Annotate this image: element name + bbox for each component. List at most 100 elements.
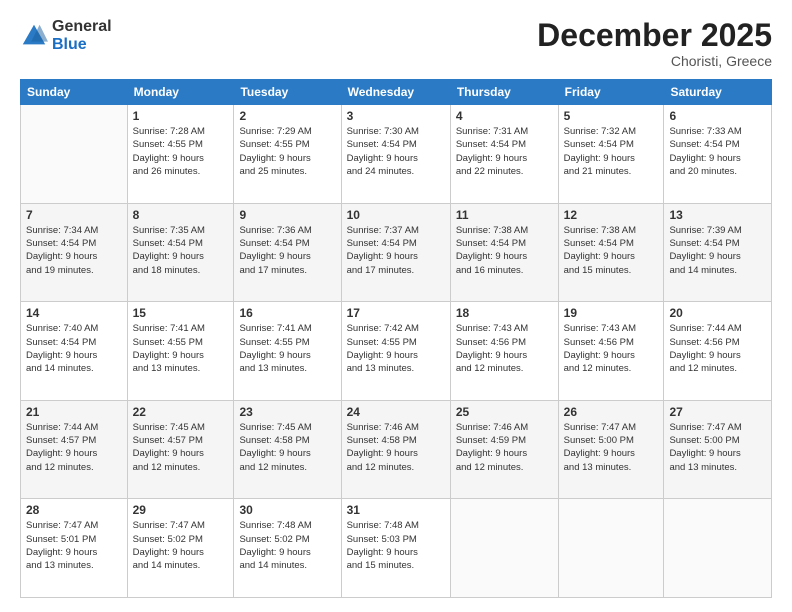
calendar-cell: 26 Sunrise: 7:47 AM Sunset: 5:00 PM Dayli…	[558, 400, 664, 499]
day-number: 15	[133, 306, 229, 320]
day-number: 20	[669, 306, 766, 320]
day-info: Sunrise: 7:47 AM Sunset: 5:00 PM Dayligh…	[564, 421, 659, 474]
day-number: 28	[26, 503, 122, 517]
day-number: 13	[669, 208, 766, 222]
calendar-cell: 12 Sunrise: 7:38 AM Sunset: 4:54 PM Dayli…	[558, 203, 664, 302]
day-info: Sunrise: 7:39 AM Sunset: 4:54 PM Dayligh…	[669, 224, 766, 277]
day-info: Sunrise: 7:28 AM Sunset: 4:55 PM Dayligh…	[133, 125, 229, 178]
day-of-week-monday: Monday	[127, 80, 234, 105]
day-number: 26	[564, 405, 659, 419]
header: General Blue December 2025 Choristi, Gre…	[20, 18, 772, 69]
calendar-cell: 13 Sunrise: 7:39 AM Sunset: 4:54 PM Dayli…	[664, 203, 772, 302]
calendar-header: SundayMondayTuesdayWednesdayThursdayFrid…	[21, 80, 772, 105]
calendar-cell: 21Sunrise: 7:44 AM Sunset: 4:57 PM Dayli…	[21, 400, 128, 499]
day-info: Sunrise: 7:34 AM Sunset: 4:54 PM Dayligh…	[26, 224, 122, 277]
calendar-cell: 24 Sunrise: 7:46 AM Sunset: 4:58 PM Dayli…	[341, 400, 450, 499]
calendar-cell	[450, 499, 558, 598]
day-number: 12	[564, 208, 659, 222]
day-info: Sunrise: 7:47 AM Sunset: 5:02 PM Dayligh…	[133, 519, 229, 572]
day-info: Sunrise: 7:44 AM Sunset: 4:57 PM Dayligh…	[26, 421, 122, 474]
calendar-cell: 23 Sunrise: 7:45 AM Sunset: 4:58 PM Dayli…	[234, 400, 341, 499]
day-number: 18	[456, 306, 553, 320]
calendar-cell: 17Sunrise: 7:42 AM Sunset: 4:55 PM Dayli…	[341, 302, 450, 401]
calendar-cell: 27 Sunrise: 7:47 AM Sunset: 5:00 PM Dayli…	[664, 400, 772, 499]
day-number: 5	[564, 109, 659, 123]
day-info: Sunrise: 7:30 AM Sunset: 4:54 PM Dayligh…	[347, 125, 445, 178]
day-number: 6	[669, 109, 766, 123]
week-row-4: 21Sunrise: 7:44 AM Sunset: 4:57 PM Dayli…	[21, 400, 772, 499]
calendar-cell: 14Sunrise: 7:40 AM Sunset: 4:54 PM Dayli…	[21, 302, 128, 401]
calendar-cell: 4 Sunrise: 7:31 AM Sunset: 4:54 PM Daylig…	[450, 105, 558, 204]
day-info: Sunrise: 7:47 AM Sunset: 5:00 PM Dayligh…	[669, 421, 766, 474]
calendar: SundayMondayTuesdayWednesdayThursdayFrid…	[20, 79, 772, 598]
calendar-cell: 29 Sunrise: 7:47 AM Sunset: 5:02 PM Dayli…	[127, 499, 234, 598]
day-info: Sunrise: 7:41 AM Sunset: 4:55 PM Dayligh…	[133, 322, 229, 375]
day-number: 29	[133, 503, 229, 517]
day-number: 7	[26, 208, 122, 222]
day-info: Sunrise: 7:33 AM Sunset: 4:54 PM Dayligh…	[669, 125, 766, 178]
calendar-cell: 25Sunrise: 7:46 AM Sunset: 4:59 PM Dayli…	[450, 400, 558, 499]
month-title: December 2025	[537, 18, 772, 53]
day-of-week-saturday: Saturday	[664, 80, 772, 105]
day-info: Sunrise: 7:44 AM Sunset: 4:56 PM Dayligh…	[669, 322, 766, 375]
day-info: Sunrise: 7:48 AM Sunset: 5:03 PM Dayligh…	[347, 519, 445, 572]
logo-icon	[20, 22, 48, 50]
day-info: Sunrise: 7:31 AM Sunset: 4:54 PM Dayligh…	[456, 125, 553, 178]
day-number: 9	[239, 208, 335, 222]
day-number: 10	[347, 208, 445, 222]
day-info: Sunrise: 7:37 AM Sunset: 4:54 PM Dayligh…	[347, 224, 445, 277]
day-info: Sunrise: 7:38 AM Sunset: 4:54 PM Dayligh…	[456, 224, 553, 277]
day-info: Sunrise: 7:42 AM Sunset: 4:55 PM Dayligh…	[347, 322, 445, 375]
calendar-cell: 10 Sunrise: 7:37 AM Sunset: 4:54 PM Dayli…	[341, 203, 450, 302]
day-number: 31	[347, 503, 445, 517]
days-of-week-row: SundayMondayTuesdayWednesdayThursdayFrid…	[21, 80, 772, 105]
day-number: 22	[133, 405, 229, 419]
day-of-week-friday: Friday	[558, 80, 664, 105]
day-info: Sunrise: 7:40 AM Sunset: 4:54 PM Dayligh…	[26, 322, 122, 375]
day-info: Sunrise: 7:46 AM Sunset: 4:58 PM Dayligh…	[347, 421, 445, 474]
calendar-cell: 5 Sunrise: 7:32 AM Sunset: 4:54 PM Daylig…	[558, 105, 664, 204]
logo-general-text: General	[52, 18, 112, 35]
calendar-cell: 9Sunrise: 7:36 AM Sunset: 4:54 PM Daylig…	[234, 203, 341, 302]
calendar-cell: 28 Sunrise: 7:47 AM Sunset: 5:01 PM Dayli…	[21, 499, 128, 598]
day-info: Sunrise: 7:32 AM Sunset: 4:54 PM Dayligh…	[564, 125, 659, 178]
day-number: 16	[239, 306, 335, 320]
day-number: 19	[564, 306, 659, 320]
day-number: 24	[347, 405, 445, 419]
day-info: Sunrise: 7:48 AM Sunset: 5:02 PM Dayligh…	[239, 519, 335, 572]
day-info: Sunrise: 7:41 AM Sunset: 4:55 PM Dayligh…	[239, 322, 335, 375]
day-number: 1	[133, 109, 229, 123]
calendar-cell	[21, 105, 128, 204]
page: General Blue December 2025 Choristi, Gre…	[0, 0, 792, 612]
day-info: Sunrise: 7:43 AM Sunset: 4:56 PM Dayligh…	[564, 322, 659, 375]
calendar-cell	[558, 499, 664, 598]
location-subtitle: Choristi, Greece	[537, 53, 772, 69]
week-row-5: 28 Sunrise: 7:47 AM Sunset: 5:01 PM Dayli…	[21, 499, 772, 598]
week-row-1: 1 Sunrise: 7:28 AM Sunset: 4:55 PM Daylig…	[21, 105, 772, 204]
logo: General Blue	[20, 18, 112, 53]
day-info: Sunrise: 7:38 AM Sunset: 4:54 PM Dayligh…	[564, 224, 659, 277]
day-number: 4	[456, 109, 553, 123]
day-of-week-thursday: Thursday	[450, 80, 558, 105]
calendar-cell: 31 Sunrise: 7:48 AM Sunset: 5:03 PM Dayli…	[341, 499, 450, 598]
day-number: 27	[669, 405, 766, 419]
day-of-week-sunday: Sunday	[21, 80, 128, 105]
calendar-cell: 6 Sunrise: 7:33 AM Sunset: 4:54 PM Daylig…	[664, 105, 772, 204]
day-info: Sunrise: 7:29 AM Sunset: 4:55 PM Dayligh…	[239, 125, 335, 178]
day-info: Sunrise: 7:45 AM Sunset: 4:58 PM Dayligh…	[239, 421, 335, 474]
logo-blue-text: Blue	[52, 36, 87, 53]
day-number: 25	[456, 405, 553, 419]
day-info: Sunrise: 7:47 AM Sunset: 5:01 PM Dayligh…	[26, 519, 122, 572]
day-number: 2	[239, 109, 335, 123]
day-info: Sunrise: 7:35 AM Sunset: 4:54 PM Dayligh…	[133, 224, 229, 277]
calendar-body: 1 Sunrise: 7:28 AM Sunset: 4:55 PM Daylig…	[21, 105, 772, 598]
day-number: 3	[347, 109, 445, 123]
day-number: 23	[239, 405, 335, 419]
day-number: 30	[239, 503, 335, 517]
day-info: Sunrise: 7:45 AM Sunset: 4:57 PM Dayligh…	[133, 421, 229, 474]
calendar-cell: 22 Sunrise: 7:45 AM Sunset: 4:57 PM Dayli…	[127, 400, 234, 499]
day-of-week-wednesday: Wednesday	[341, 80, 450, 105]
calendar-cell: 7 Sunrise: 7:34 AM Sunset: 4:54 PM Daylig…	[21, 203, 128, 302]
day-of-week-tuesday: Tuesday	[234, 80, 341, 105]
calendar-cell: 3 Sunrise: 7:30 AM Sunset: 4:54 PM Daylig…	[341, 105, 450, 204]
